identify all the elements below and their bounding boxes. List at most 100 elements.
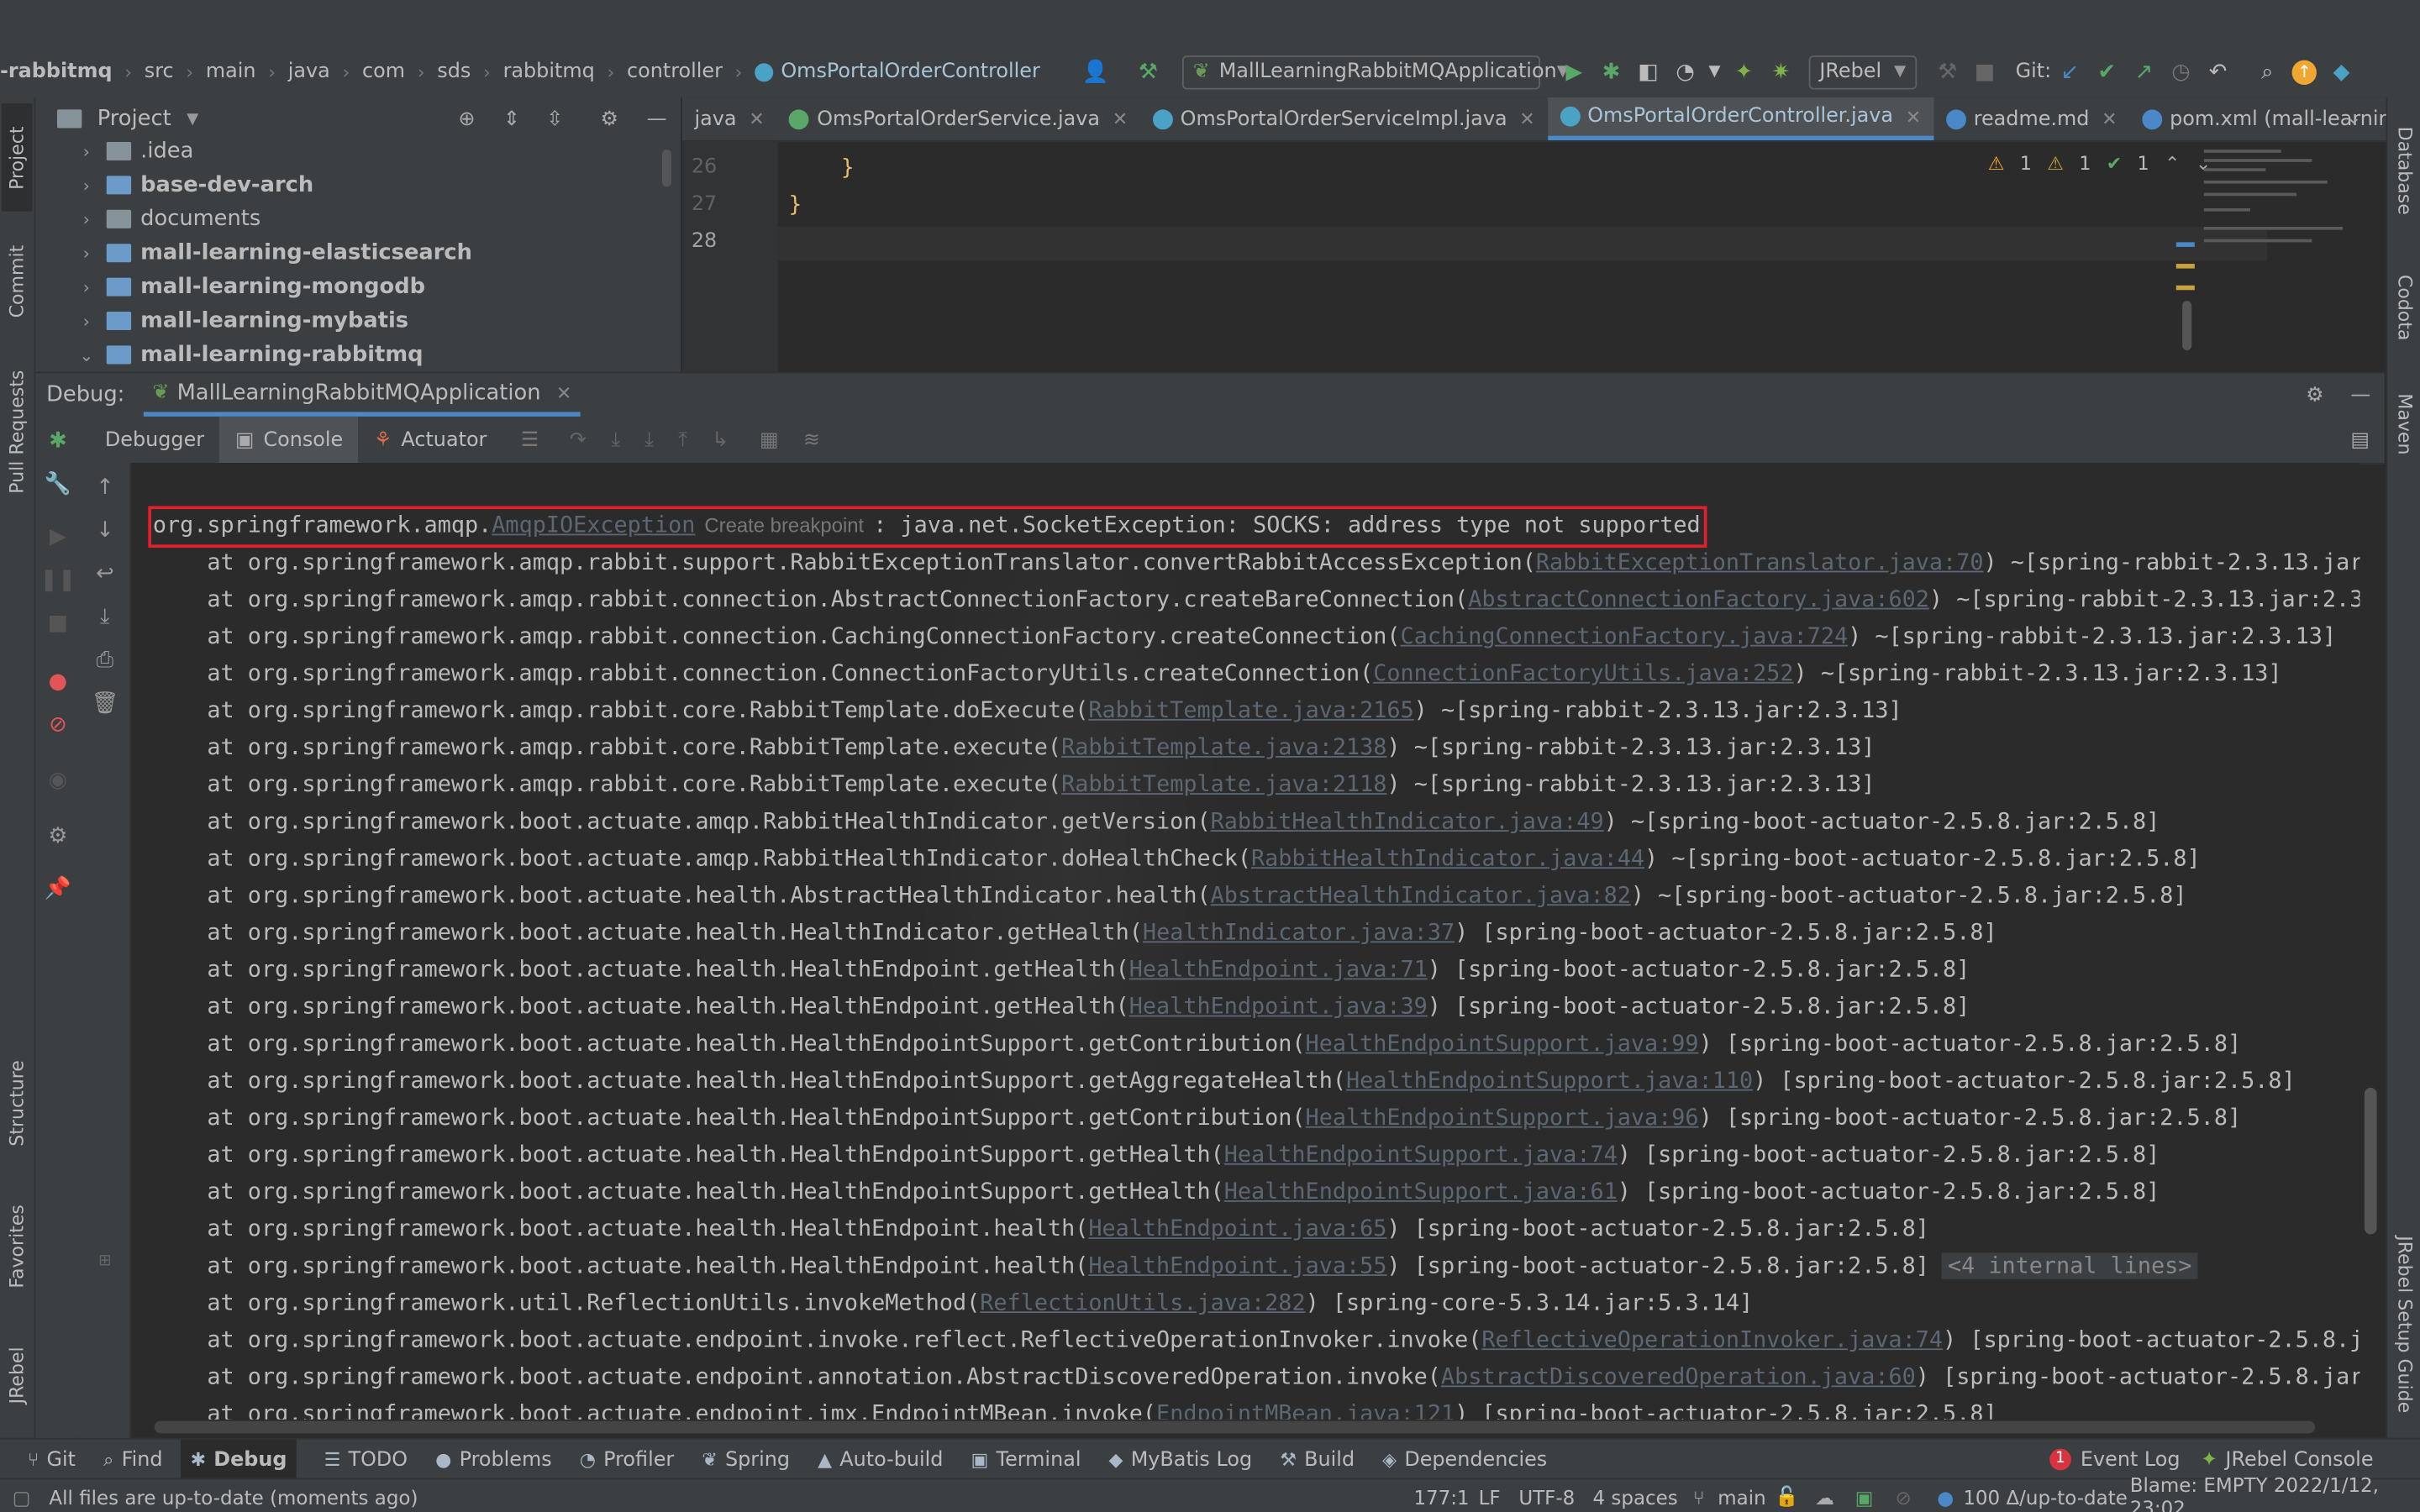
- chevron-down-icon[interactable]: ▼: [187, 110, 198, 127]
- editor-tab[interactable]: OmsPortalOrderServiceImpl.java ✕: [1140, 97, 1548, 140]
- breadcrumb-com[interactable]: com: [362, 60, 405, 84]
- source-link[interactable]: HealthEndpointSupport.java:74: [1224, 1142, 1618, 1168]
- source-link[interactable]: AbstractDiscoveredOperation.java:60: [1441, 1364, 1916, 1390]
- tree-item[interactable]: › documents: [35, 202, 260, 236]
- breadcrumb-controller[interactable]: controller: [627, 60, 723, 84]
- console-line[interactable]: at org.springframework.amqp.rabbit.suppo…: [153, 544, 2360, 581]
- gear-icon[interactable]: ⚙: [600, 108, 618, 131]
- breadcrumb-sds[interactable]: sds: [437, 60, 471, 84]
- tree-item[interactable]: › .idea: [35, 134, 194, 168]
- rerun-icon[interactable]: ✱: [35, 429, 80, 454]
- step-into-icon[interactable]: ⤓: [611, 428, 620, 452]
- search-icon[interactable]: ⌕: [2249, 53, 2286, 90]
- source-link[interactable]: EndpointMBean.java:121: [1156, 1401, 1455, 1420]
- source-link[interactable]: HealthEndpointSupport.java:110: [1346, 1068, 1753, 1094]
- file-encoding[interactable]: UTF-8: [1518, 1485, 1575, 1509]
- tool-tab-codota[interactable]: Codota: [2389, 255, 2420, 360]
- source-link[interactable]: HealthEndpointSupport.java:96: [1306, 1105, 1699, 1131]
- cloud-icon[interactable]: ☁: [1815, 1485, 1834, 1509]
- tool-button-spring[interactable]: ❦ Spring: [702, 1448, 790, 1472]
- close-icon[interactable]: ✕: [1906, 106, 1921, 128]
- breadcrumb-java[interactable]: java: [288, 60, 330, 84]
- scroll-to-end-icon[interactable]: ⤓: [81, 605, 130, 629]
- run-to-cursor-icon[interactable]: ↳: [712, 428, 729, 452]
- build-hammer-icon[interactable]: ⚒: [1129, 53, 1166, 90]
- window-icon[interactable]: ▢: [13, 1485, 31, 1509]
- breadcrumb-rabbitmq[interactable]: rabbitmq: [503, 60, 595, 84]
- tree-item[interactable]: › mall-learning-mongodb: [35, 270, 425, 303]
- vcs-changes[interactable]: 100 Δ/up-to-date: [1963, 1485, 2128, 1509]
- close-icon[interactable]: ✕: [1519, 108, 1534, 130]
- prev-highlight-icon[interactable]: ⌃: [2165, 153, 2180, 175]
- tool-tab-commit[interactable]: Commit: [2, 230, 33, 332]
- source-link[interactable]: HealthEndpointSupport.java:99: [1306, 1031, 1699, 1057]
- close-icon[interactable]: ✕: [556, 382, 571, 404]
- tool-button-find[interactable]: ⌕ Find: [103, 1448, 162, 1472]
- layout-icon[interactable]: ▤: [2350, 428, 2370, 452]
- tool-tab-pull-requests[interactable]: Pull Requests: [2, 354, 33, 511]
- source-link[interactable]: ReflectiveOperationInvoker.java:74: [1481, 1327, 1943, 1353]
- tool-button-todo[interactable]: ☰ TODO: [324, 1448, 408, 1472]
- breadcrumb-project[interactable]: -rabbitmq: [0, 60, 113, 84]
- tool-button-build[interactable]: ⚒ Build: [1280, 1448, 1355, 1472]
- chevron-right-icon[interactable]: ›: [76, 141, 97, 161]
- source-link[interactable]: CachingConnectionFactory.java:724: [1401, 623, 1849, 649]
- tool-button-mybatis-log[interactable]: ◆ MyBatis Log: [1109, 1448, 1253, 1472]
- tree-item[interactable]: ⌄ mall-learning-rabbitmq: [35, 338, 423, 371]
- git-update-icon[interactable]: ↙: [2051, 53, 2088, 90]
- tool-button-debug[interactable]: ✱ Debug: [181, 1439, 297, 1480]
- jrebel-debug-icon[interactable]: ✷: [1762, 53, 1799, 90]
- git-commit-icon[interactable]: ✔: [2088, 53, 2125, 90]
- tool-tab-maven[interactable]: Maven: [2389, 378, 2420, 470]
- plugin-icon[interactable]: ◆: [2323, 53, 2360, 90]
- jrebel-console-button[interactable]: ✦ JRebel Console: [2201, 1448, 2373, 1472]
- git-branch[interactable]: main: [1718, 1485, 1765, 1509]
- project-scrollbar[interactable]: [661, 150, 671, 187]
- expand-all-icon[interactable]: ⇕: [503, 108, 520, 131]
- tabs-more-icon[interactable]: ⌄: [2346, 107, 2361, 129]
- source-link[interactable]: AbstractConnectionFactory.java:602: [1468, 586, 1929, 612]
- console-line[interactable]: at org.springframework.amqp.rabbit.conne…: [153, 619, 2336, 656]
- hammer-disabled-icon[interactable]: ⚒: [1929, 53, 1966, 90]
- source-link[interactable]: ConnectionFactoryUtils.java:252: [1373, 660, 1793, 686]
- source-link[interactable]: RabbitHealthIndicator.java:44: [1251, 846, 1644, 872]
- resume-icon[interactable]: ▶: [35, 524, 80, 549]
- pause-icon[interactable]: ❚❚: [35, 568, 80, 592]
- settings-icon[interactable]: ⚙: [35, 824, 80, 848]
- coverage-icon[interactable]: ◧: [1629, 53, 1666, 90]
- chevron-right-icon[interactable]: ›: [76, 311, 97, 331]
- debug-session-tab[interactable]: ❦ MallLearningRabbitMQApplication ✕: [143, 373, 581, 417]
- camera-icon[interactable]: ◉: [35, 769, 80, 793]
- wrench-icon[interactable]: 🔧: [35, 472, 80, 496]
- minimize-icon[interactable]: —: [647, 108, 667, 131]
- code-line[interactable]: }: [841, 156, 854, 181]
- locate-icon[interactable]: ⊕: [459, 108, 476, 131]
- trash-icon[interactable]: 🗑: [81, 691, 130, 716]
- editor-tab[interactable]: OmsPortalOrderService.java ✕: [776, 97, 1139, 140]
- user-icon[interactable]: 👤: [1077, 53, 1114, 90]
- console-vertical-scrollbar[interactable]: [2364, 1087, 2377, 1235]
- force-step-into-icon[interactable]: ⤓: [644, 428, 654, 452]
- chevron-down-icon[interactable]: ⌄: [76, 345, 97, 365]
- tab-debugger[interactable]: Debugger: [90, 417, 220, 463]
- tab-console[interactable]: ▣ Console: [219, 416, 359, 464]
- tool-button-terminal[interactable]: ▣ Terminal: [971, 1448, 1081, 1472]
- close-icon[interactable]: ✕: [2102, 108, 2117, 130]
- stop-icon[interactable]: ■: [1966, 53, 2003, 90]
- view-breakpoints-icon[interactable]: ●: [35, 669, 80, 694]
- tree-item[interactable]: › mall-learning-mybatis: [35, 304, 408, 338]
- jrebel-run-icon[interactable]: ✦: [1725, 53, 1762, 90]
- editor-tab[interactable]: OmsPortalOrderController.java ✕: [1547, 97, 1933, 141]
- editor-scrollbar[interactable]: [2182, 301, 2192, 350]
- mute-breakpoints-icon[interactable]: ⊘: [35, 713, 80, 738]
- tool-tab-jrebel-setup[interactable]: JRebel Setup Guide: [2389, 1224, 2420, 1425]
- tool-tab-jrebel[interactable]: JRebel: [2, 1326, 33, 1425]
- tool-button-auto-build[interactable]: ▲ Auto-build: [818, 1448, 943, 1472]
- terminal-status-icon[interactable]: ▣: [1855, 1485, 1874, 1509]
- minimize-icon[interactable]: —: [2350, 383, 2370, 407]
- code-line[interactable]: }: [789, 193, 802, 218]
- chevron-right-icon[interactable]: ›: [76, 277, 97, 297]
- console-line[interactable]: at org.springframework.boot.actuate.endp…: [153, 1322, 2360, 1359]
- console-output[interactable]: org.springframework.amqp.AmqpIOException…: [131, 463, 2360, 1420]
- lock-icon[interactable]: 🔓: [1775, 1484, 1799, 1509]
